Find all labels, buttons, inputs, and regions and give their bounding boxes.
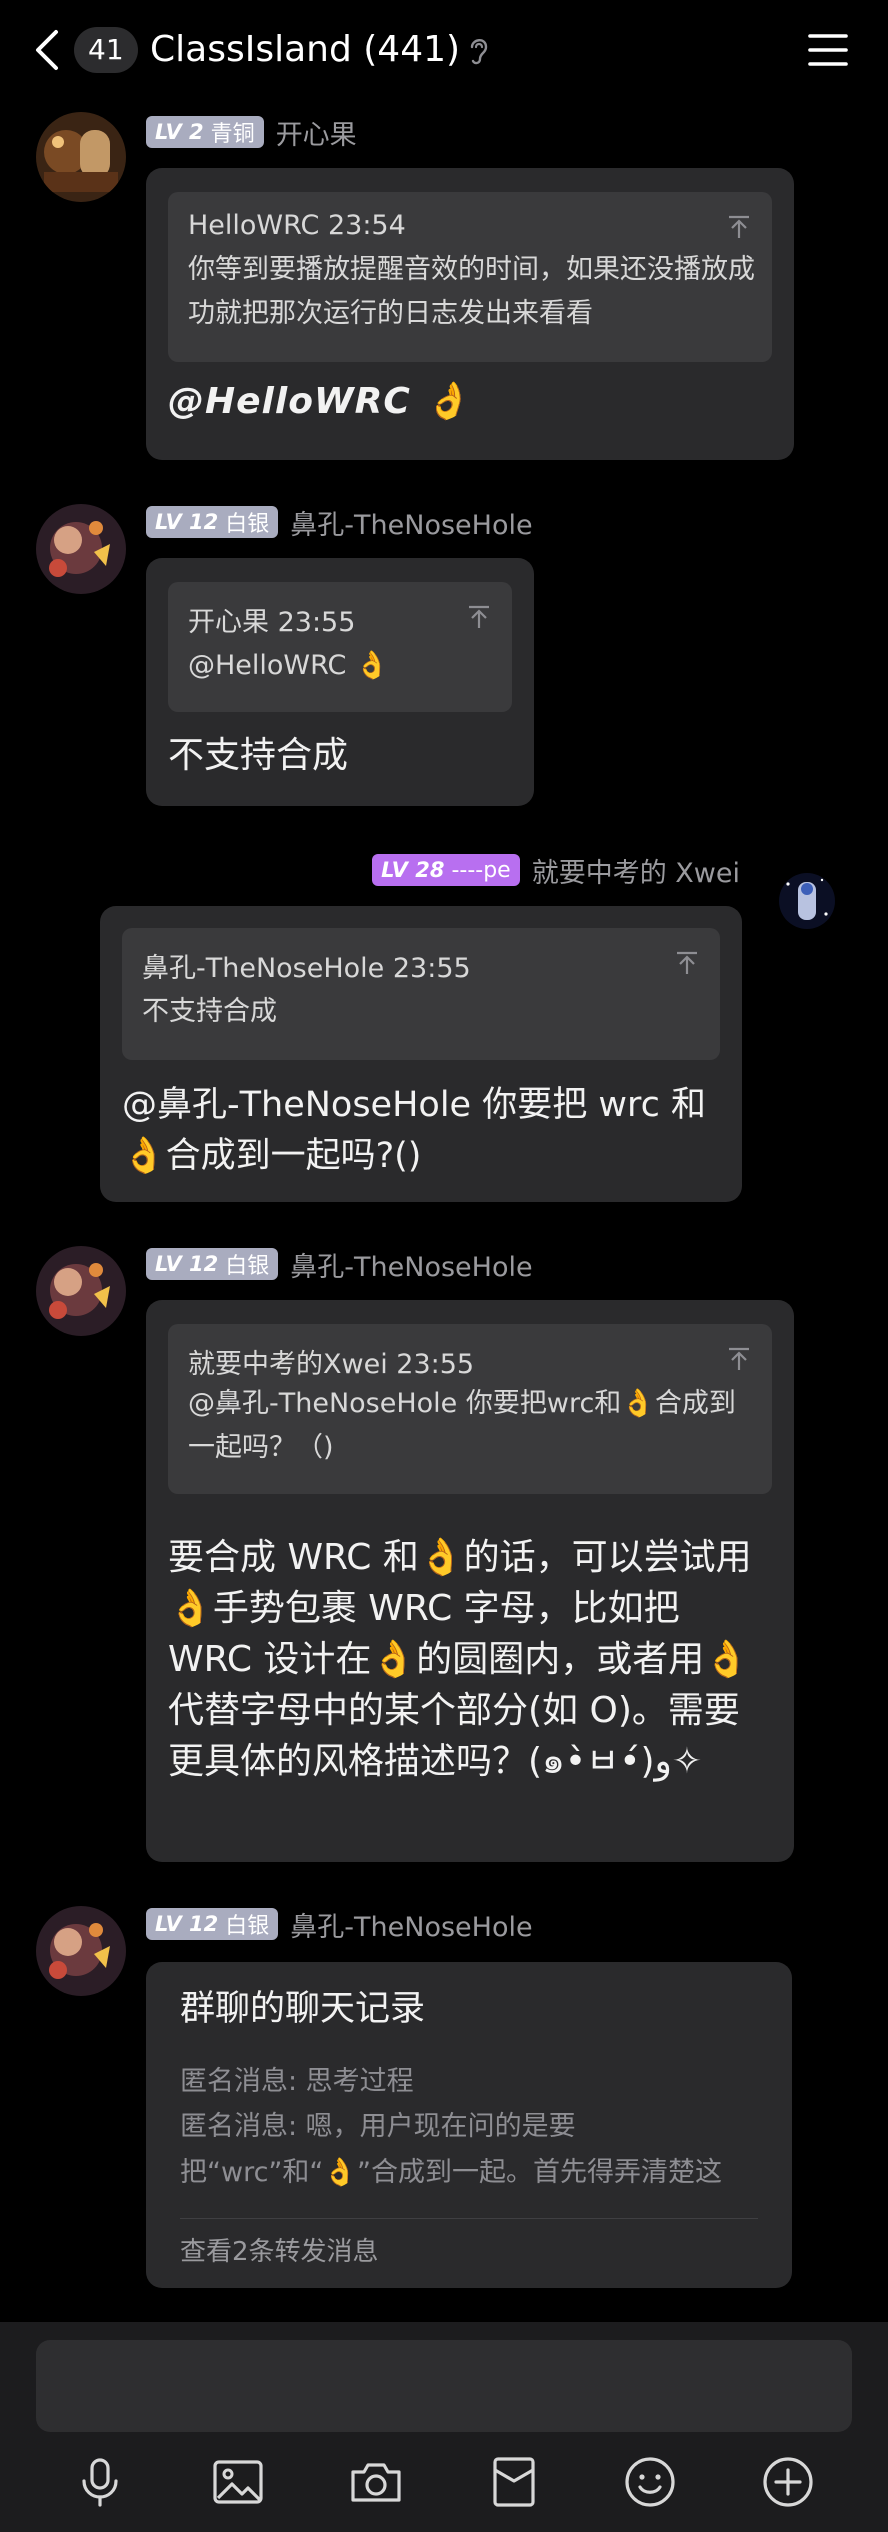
quote-author-time: 开心果 23:55 [188, 607, 356, 638]
image-icon[interactable] [210, 2454, 266, 2510]
quote-text: 你等到要播放提醒音效的时间，如果还没播放成功就把那次运行的日志发出来看看 [188, 254, 755, 329]
message-bubble[interactable]: 开心果 23:55 @HelloWRC 👌 不支持合成 [146, 558, 534, 806]
sender-name[interactable]: 开心果 [276, 113, 357, 152]
quote-author-time: HelloWRC 23:54 [188, 210, 406, 241]
message-text: 不支持合成 [168, 735, 349, 776]
forward-title: 群聊的聊天记录 [180, 1989, 426, 2029]
quote-author-time: 就要中考的Xwei 23:55 [188, 1349, 475, 1380]
menu-icon[interactable] [806, 28, 850, 72]
level-badge: LV 12 白银 [146, 506, 279, 538]
level-badge: LV 2 青铜 [146, 116, 264, 148]
sender-name[interactable]: 就要中考的 Xwei [532, 851, 740, 890]
forwarded-chat-card[interactable]: 群聊的聊天记录 匿名消息: 思考过程 匿名消息: 嗯，用户现在问的是要把“wrc… [146, 1962, 792, 2288]
pin-icon [729, 215, 749, 238]
avatar[interactable] [36, 112, 126, 202]
level-badge: LV 12 白银 [146, 1248, 279, 1280]
pin-icon [677, 951, 697, 974]
quoted-message[interactable]: 鼻孔-TheNoseHole 23:55 不支持合成 [122, 928, 720, 1060]
avatar[interactable] [36, 1246, 126, 1336]
sender-name[interactable]: 鼻孔-TheNoseHole [290, 1245, 532, 1284]
message-text: 要合成 WRC 和👌的话，可以尝试用👌手势包裹 WRC 字母，比如把 WRC 设… [168, 1537, 752, 1782]
level-badge: LV 28 ----pe [372, 854, 520, 886]
red-packet-icon[interactable] [486, 2454, 542, 2510]
avatar[interactable] [762, 856, 852, 946]
quoted-message[interactable]: HelloWRC 23:54 你等到要播放提醒音效的时间，如果还没播放成功就把那… [168, 192, 772, 362]
sender-info: LV 12 白银 鼻孔-TheNoseHole [146, 503, 533, 542]
input-bar [0, 2322, 888, 2532]
sender-name[interactable]: 鼻孔-TheNoseHole [290, 1905, 532, 1944]
message-text: @鼻孔-TheNoseHole 你要把 wrc 和👌合成到一起吗?() [122, 1085, 706, 1176]
microphone-icon[interactable] [72, 2454, 128, 2510]
plus-icon[interactable] [760, 2454, 816, 2510]
quoted-message[interactable]: 就要中考的Xwei 23:55 @鼻孔-TheNoseHole 你要把wrc和👌… [168, 1324, 772, 1494]
ear-icon [470, 39, 488, 65]
unread-count-badge[interactable]: 41 [74, 27, 138, 73]
forward-line: 匿名消息: 嗯，用户现在问的是要把“wrc”和“👌”合成到一起。首先得弄清楚这两… [180, 2111, 723, 2188]
avatar[interactable] [36, 504, 126, 594]
quote-text: 不支持合成 [142, 996, 277, 1027]
quote-author-time: 鼻孔-TheNoseHole 23:55 [142, 953, 471, 984]
quote-text: @HelloWRC 👌 [188, 650, 389, 681]
sender-info: LV 12 白银 鼻孔-TheNoseHole [146, 1245, 533, 1284]
sender-info: LV 28 ----pe 就要中考的 Xwei [372, 851, 740, 890]
view-forwarded-link[interactable]: 查看2条转发消息 [180, 2232, 379, 2272]
sender-info: LV 2 青铜 开心果 [146, 113, 357, 152]
message-text: @HelloWRC 👌 [168, 381, 471, 422]
chat-header: 41 ClassIsland (441) [0, 0, 888, 100]
quote-text: @鼻孔-TheNoseHole 你要把wrc和👌合成到一起吗？（) [188, 1388, 736, 1463]
chat-title[interactable]: ClassIsland (441) [150, 22, 460, 78]
forward-line: 匿名消息: 思考过程 [180, 2066, 414, 2097]
quoted-message[interactable]: 开心果 23:55 @HelloWRC 👌 [168, 582, 512, 712]
avatar[interactable] [36, 1906, 126, 1996]
message-input[interactable] [36, 2340, 852, 2432]
camera-icon[interactable] [348, 2454, 404, 2510]
message-bubble[interactable]: 就要中考的Xwei 23:55 @鼻孔-TheNoseHole 你要把wrc和👌… [146, 1300, 794, 1862]
sender-info: LV 12 白银 鼻孔-TheNoseHole [146, 1905, 533, 1944]
pin-icon [729, 1347, 749, 1370]
sender-name[interactable]: 鼻孔-TheNoseHole [290, 503, 532, 542]
message-bubble[interactable]: HelloWRC 23:54 你等到要播放提醒音效的时间，如果还没播放成功就把那… [146, 168, 794, 460]
level-badge: LV 12 白银 [146, 1908, 279, 1940]
back-icon[interactable] [30, 26, 66, 74]
divider [180, 2218, 758, 2219]
emoji-icon[interactable] [622, 2454, 678, 2510]
message-bubble[interactable]: 鼻孔-TheNoseHole 23:55 不支持合成 @鼻孔-TheNoseHo… [100, 906, 742, 1202]
pin-icon [469, 605, 489, 628]
